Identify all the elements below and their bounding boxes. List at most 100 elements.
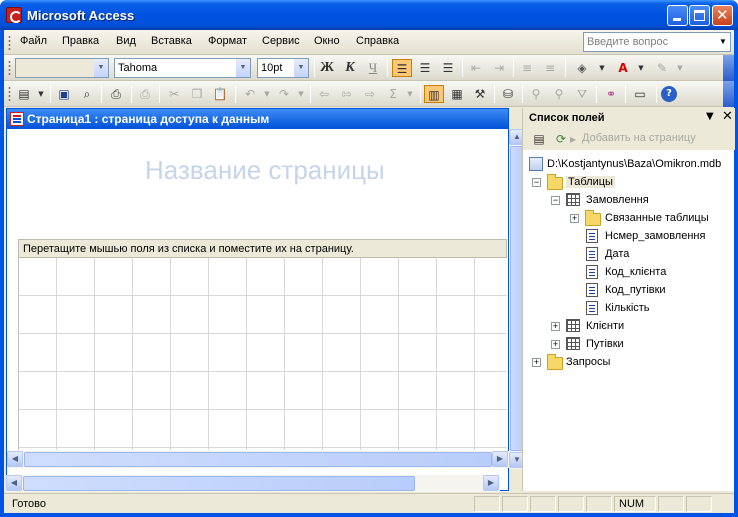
- menu-edit[interactable]: Правка: [62, 35, 99, 47]
- queries-folder-label: Запросы: [566, 356, 611, 368]
- chevron-down-icon[interactable]: ▼: [400, 85, 420, 103]
- chevron-down-icon[interactable]: ▼: [291, 85, 311, 103]
- chevron-down-icon[interactable]: ▼: [236, 59, 250, 77]
- scrollbar-thumb[interactable]: [23, 476, 415, 491]
- chevron-down-icon[interactable]: ▼: [31, 85, 51, 103]
- decrease-indent-icon[interactable]: ⇤: [466, 59, 486, 77]
- chevron-down-icon[interactable]: ▼: [592, 59, 612, 77]
- collapse-icon[interactable]: −: [532, 178, 541, 187]
- permission-icon[interactable]: ⎙: [106, 85, 126, 103]
- toolbar-options-button[interactable]: [723, 55, 734, 81]
- toolbar-separator: [101, 85, 102, 103]
- save-icon[interactable]: ▣: [54, 85, 74, 103]
- theme-icon[interactable]: ⚭: [601, 85, 621, 103]
- close-icon[interactable]: ✕: [722, 109, 733, 124]
- toolbar-options-button[interactable]: [723, 81, 734, 107]
- design-grid[interactable]: [18, 258, 507, 450]
- filter-by-selection-icon[interactable]: ⚲: [526, 85, 546, 103]
- page-icon: [10, 112, 24, 126]
- paste-icon[interactable]: 📋: [210, 85, 230, 103]
- toolbox-icon[interactable]: ▦: [447, 85, 467, 103]
- status-cell: [686, 496, 712, 512]
- database-window-icon[interactable]: ▭: [630, 85, 650, 103]
- chevron-down-icon[interactable]: ▼: [706, 111, 714, 122]
- font-size-value: 10pt: [261, 62, 283, 74]
- expand-icon[interactable]: +: [551, 340, 560, 349]
- menu-window[interactable]: Окно: [314, 35, 340, 47]
- collapse-icon[interactable]: −: [551, 196, 560, 205]
- expand-icon[interactable]: +: [532, 358, 541, 367]
- save-record-icon[interactable]: ⛁: [498, 85, 518, 103]
- field-icon: [586, 247, 598, 261]
- align-right-icon[interactable]: ☰: [438, 59, 458, 77]
- print-preview-icon[interactable]: ⎙: [135, 85, 155, 103]
- properties-icon[interactable]: ⚒: [470, 85, 490, 103]
- font-color-icon[interactable]: A: [613, 59, 633, 77]
- italic-button[interactable]: К: [340, 59, 360, 77]
- section-hint[interactable]: Перетащите мышью поля из списка и помест…: [18, 239, 507, 258]
- status-cell: [558, 496, 584, 512]
- bold-button[interactable]: Ж: [317, 59, 337, 77]
- close-button[interactable]: ✕: [712, 5, 733, 26]
- font-combo[interactable]: Tahoma ▼: [114, 58, 251, 78]
- scroll-left-button[interactable]: ◀: [6, 475, 22, 491]
- line-color-icon[interactable]: ✎: [652, 59, 672, 77]
- toolbar-grip[interactable]: [8, 60, 11, 75]
- menu-insert[interactable]: Вставка: [151, 35, 192, 47]
- window-title: Microsoft Access: [27, 8, 135, 23]
- minimize-button[interactable]: [667, 5, 688, 26]
- scroll-right-button[interactable]: ▶: [492, 451, 508, 467]
- toolbar-separator: [625, 85, 626, 103]
- title-bar[interactable]: Microsoft Access ✕: [0, 0, 738, 30]
- scrollbar-thumb[interactable]: [24, 452, 492, 467]
- help-icon[interactable]: ?: [661, 86, 677, 102]
- filter-by-form-icon[interactable]: ⚲: [549, 85, 569, 103]
- align-center-icon[interactable]: ☰: [415, 59, 435, 77]
- inner-horizontal-scrollbar[interactable]: ◀ ▶: [7, 451, 509, 468]
- page-title-placeholder[interactable]: Название страницы: [145, 155, 385, 186]
- add-to-page-button[interactable]: Добавить на страницу: [582, 132, 696, 144]
- filter-icon[interactable]: ⛛: [572, 85, 592, 103]
- underline-button[interactable]: Ч: [363, 59, 383, 77]
- increase-indent-icon[interactable]: ⇥: [489, 59, 509, 77]
- chevron-down-icon[interactable]: ▼: [717, 34, 729, 50]
- add-to-page-icon[interactable]: ▸: [563, 130, 583, 148]
- ask-question-placeholder: Введите вопрос: [587, 36, 669, 48]
- object-combo[interactable]: ▼: [15, 58, 109, 78]
- font-size-combo[interactable]: 10pt ▼: [257, 58, 309, 78]
- chevron-down-icon[interactable]: ▼: [94, 59, 108, 77]
- menubar-grip[interactable]: [8, 35, 11, 50]
- cut-icon[interactable]: ✂: [164, 85, 184, 103]
- new-page-icon[interactable]: ▤: [529, 130, 549, 148]
- chevron-down-icon[interactable]: ▼: [294, 59, 308, 77]
- field-list-icon[interactable]: ▥: [424, 85, 444, 103]
- expand-icon[interactable]: +: [570, 214, 579, 223]
- access-app-icon[interactable]: [6, 7, 22, 23]
- ask-question-box[interactable]: Введите вопрос ▼: [583, 32, 731, 52]
- maximize-button[interactable]: [689, 5, 710, 26]
- scroll-left-button[interactable]: ◀: [7, 451, 23, 467]
- menu-file[interactable]: Файл: [20, 35, 47, 47]
- field-list-header: Список полей ▼ ✕: [523, 108, 735, 128]
- page-window-title-bar[interactable]: Страница1 : страница доступа к данным: [7, 109, 508, 129]
- bullets-icon[interactable]: ≡: [540, 59, 560, 77]
- group-icon[interactable]: ⇰: [337, 85, 357, 103]
- outer-horizontal-scrollbar[interactable]: ◀ ▶: [6, 475, 500, 492]
- demote-icon[interactable]: ⇨: [360, 85, 380, 103]
- chevron-down-icon[interactable]: ▼: [670, 59, 690, 77]
- scroll-right-button[interactable]: ▶: [483, 475, 499, 491]
- menu-help[interactable]: Справка: [356, 35, 399, 47]
- menu-tools[interactable]: Сервис: [262, 35, 300, 47]
- expand-icon[interactable]: +: [551, 322, 560, 331]
- chevron-down-icon[interactable]: ▼: [631, 59, 651, 77]
- toolbar-grip[interactable]: [8, 86, 11, 101]
- numbering-icon[interactable]: ≡: [517, 59, 537, 77]
- menu-view[interactable]: Вид: [116, 35, 136, 47]
- copy-icon[interactable]: ❐: [187, 85, 207, 103]
- menu-format[interactable]: Формат: [208, 35, 247, 47]
- align-left-icon[interactable]: ☰: [392, 59, 412, 77]
- promote-icon[interactable]: ⇦: [314, 85, 334, 103]
- file-search-icon[interactable]: ⌕: [77, 85, 97, 103]
- folder-icon: [547, 174, 563, 190]
- fill-color-icon[interactable]: ◈: [572, 59, 592, 77]
